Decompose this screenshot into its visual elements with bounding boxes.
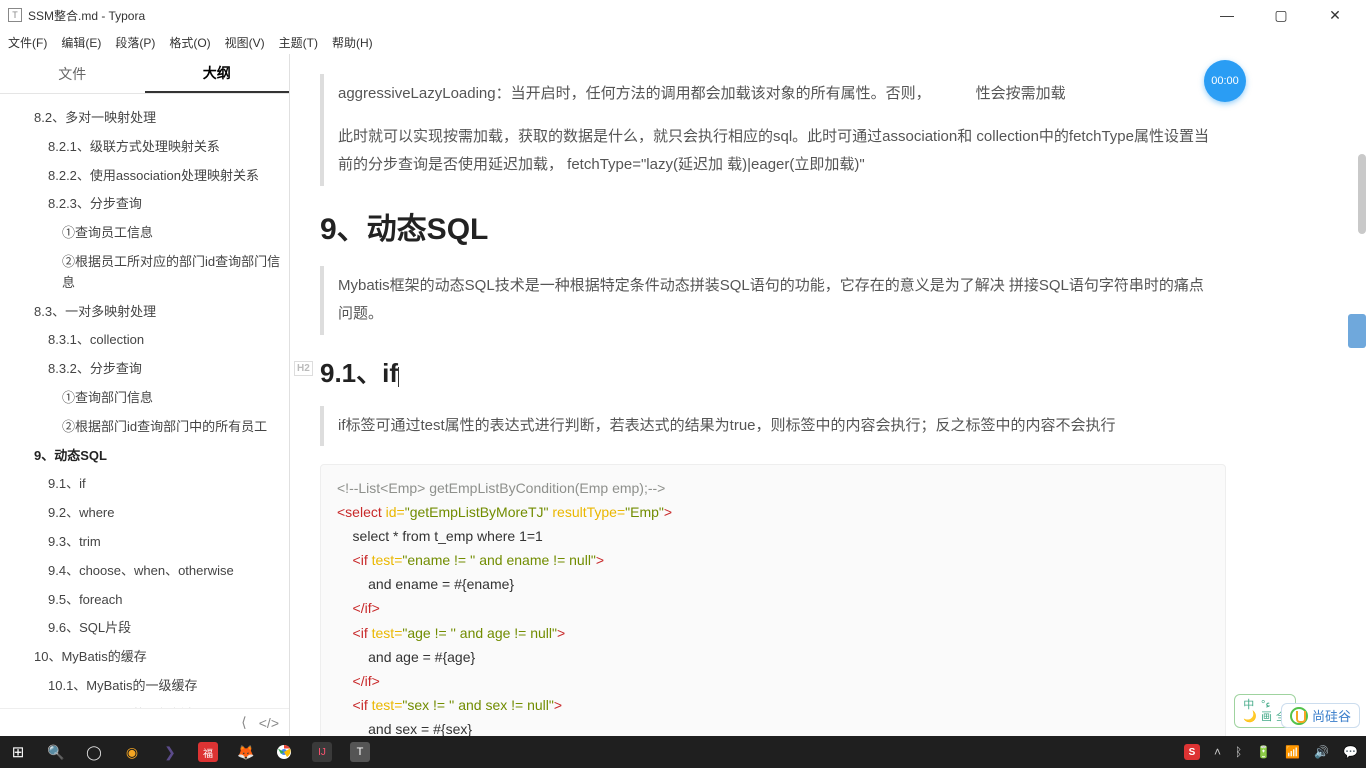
- outline-item[interactable]: 9.1、if: [0, 470, 289, 499]
- brand-logo-icon: [1290, 707, 1308, 725]
- sidebar-toggle-icon[interactable]: ⟨: [241, 714, 246, 731]
- menu-bar: 文件(F) 编辑(E) 段落(P) 格式(O) 视图(V) 主题(T) 帮助(H…: [0, 30, 1366, 54]
- notification-icon[interactable]: 💬: [1343, 745, 1358, 759]
- system-tray[interactable]: S ˄ ᛒ 🔋 📶 🔊 💬: [1184, 744, 1358, 760]
- scrollbar-overview-marker[interactable]: [1348, 314, 1366, 348]
- wifi-icon[interactable]: 📶: [1285, 745, 1300, 759]
- timer-badge[interactable]: 00:00: [1204, 60, 1246, 102]
- title-bar: T SSM整合.md - Typora — ▢ ✕: [0, 0, 1366, 30]
- taskbar-app-3[interactable]: 福: [198, 742, 218, 762]
- outline-item[interactable]: 9.3、trim: [0, 528, 289, 557]
- taskbar-app-1[interactable]: ◉: [122, 742, 142, 762]
- menu-view[interactable]: 视图(V): [225, 34, 265, 51]
- minimize-button[interactable]: —: [1212, 7, 1242, 24]
- close-button[interactable]: ✕: [1320, 7, 1350, 24]
- menu-format[interactable]: 格式(O): [169, 34, 210, 51]
- intellij-icon[interactable]: IJ: [312, 742, 332, 762]
- brand-badge: 尚硅谷: [1281, 703, 1360, 728]
- typora-icon[interactable]: T: [350, 742, 370, 762]
- search-icon[interactable]: 🔍: [46, 742, 66, 762]
- cortana-icon[interactable]: ◯: [84, 742, 104, 762]
- text-cursor: [398, 367, 399, 387]
- quote-text: 此时就可以实现按需加载，获取的数据是什么，就只会执行相应的sql。此时可通过as…: [338, 123, 1212, 180]
- code-block[interactable]: <!--List<Emp> getEmpListByCondition(Emp …: [320, 464, 1226, 736]
- bluetooth-icon[interactable]: ᛒ: [1235, 745, 1242, 759]
- quote-dynamic-sql: Mybatis框架的动态SQL技术是一种根据特定条件动态拼装SQL语句的功能，它…: [320, 266, 1226, 335]
- outline-item[interactable]: 8.3.1、collection: [0, 326, 289, 355]
- scrollbar-thumb[interactable]: [1358, 154, 1366, 234]
- outline-item[interactable]: 8.2、多对一映射处理: [0, 104, 289, 133]
- outline-item[interactable]: ①查询部门信息: [0, 384, 289, 413]
- chrome-icon[interactable]: [274, 742, 294, 762]
- source-mode-icon[interactable]: </>: [259, 715, 279, 731]
- outline-item[interactable]: 10.1、MyBatis的一级缓存: [0, 672, 289, 701]
- outline-item[interactable]: ②根据员工所对应的部门id查询部门信息: [0, 248, 289, 298]
- outline-item[interactable]: 9、动态SQL: [0, 442, 289, 471]
- quote-text: aggressiveLazyLoading：当开启时，任何方法的调用都会加载该对…: [338, 80, 1212, 109]
- heading-text: 9.1、if: [320, 358, 398, 388]
- outline-item[interactable]: ①查询员工信息: [0, 219, 289, 248]
- tab-outline[interactable]: 大纲: [145, 54, 290, 93]
- outline-tree[interactable]: 8.2、多对一映射处理8.2.1、级联方式处理映射关系8.2.2、使用assoc…: [0, 94, 289, 708]
- menu-help[interactable]: 帮助(H): [332, 34, 373, 51]
- menu-paragraph[interactable]: 段落(P): [115, 34, 155, 51]
- outline-item[interactable]: 9.5、foreach: [0, 586, 289, 615]
- window-title: SSM整合.md - Typora: [28, 7, 145, 24]
- outline-item[interactable]: ②根据部门id查询部门中的所有员工: [0, 413, 289, 442]
- outline-item[interactable]: 10.2、MyBatis的二级缓存: [0, 701, 289, 708]
- outline-item[interactable]: 9.4、choose、when、otherwise: [0, 557, 289, 586]
- tab-files[interactable]: 文件: [0, 54, 145, 93]
- outline-item[interactable]: 8.2.3、分步查询: [0, 190, 289, 219]
- outline-item[interactable]: 9.6、SQL片段: [0, 614, 289, 643]
- tray-chevron-icon[interactable]: ˄: [1214, 745, 1221, 759]
- quote-text: Mybatis框架的动态SQL技术是一种根据特定条件动态拼装SQL语句的功能，它…: [338, 272, 1212, 329]
- menu-theme[interactable]: 主题(T): [279, 34, 318, 51]
- brand-text: 尚硅谷: [1312, 706, 1351, 725]
- heading-9-1: H2 9.1、if: [320, 353, 1226, 390]
- outline-item[interactable]: 8.3、一对多映射处理: [0, 298, 289, 327]
- editor-content[interactable]: 00:00 aggressiveLazyLoading：当开启时，任何方法的调用…: [290, 54, 1366, 736]
- quote-lazy-loading: aggressiveLazyLoading：当开启时，任何方法的调用都会加载该对…: [320, 74, 1226, 186]
- start-button[interactable]: ⊞: [8, 742, 28, 762]
- outline-item[interactable]: 10、MyBatis的缓存: [0, 643, 289, 672]
- quote-text: if标签可通过test属性的表达式进行判断，若表达式的结果为true，则标签中的…: [338, 412, 1212, 441]
- volume-icon[interactable]: 🔊: [1314, 745, 1329, 759]
- taskbar-app-2[interactable]: ❯: [160, 742, 180, 762]
- outline-item[interactable]: 8.2.1、级联方式处理映射关系: [0, 133, 289, 162]
- sogou-ime-icon[interactable]: S: [1184, 744, 1200, 760]
- firefox-icon[interactable]: 🦊: [236, 742, 256, 762]
- menu-edit[interactable]: 编辑(E): [61, 34, 101, 51]
- maximize-button[interactable]: ▢: [1266, 7, 1296, 24]
- taskbar[interactable]: ⊞ 🔍 ◯ ◉ ❯ 福 🦊 IJ T S ˄ ᛒ 🔋 📶 🔊 💬: [0, 736, 1366, 768]
- heading-9: 9、动态SQL: [320, 204, 1226, 248]
- outline-item[interactable]: 8.3.2、分步查询: [0, 355, 289, 384]
- battery-icon[interactable]: 🔋: [1256, 745, 1271, 759]
- quote-if-desc: if标签可通过test属性的表达式进行判断，若表达式的结果为true，则标签中的…: [320, 406, 1226, 447]
- app-logo-icon: T: [8, 8, 22, 22]
- menu-file[interactable]: 文件(F): [8, 34, 47, 51]
- outline-item[interactable]: 8.2.2、使用association处理映射关系: [0, 162, 289, 191]
- outline-item[interactable]: 9.2、where: [0, 499, 289, 528]
- sidebar: 文件 大纲 8.2、多对一映射处理8.2.1、级联方式处理映射关系8.2.2、使…: [0, 54, 290, 736]
- heading-level-badge: H2: [294, 361, 313, 376]
